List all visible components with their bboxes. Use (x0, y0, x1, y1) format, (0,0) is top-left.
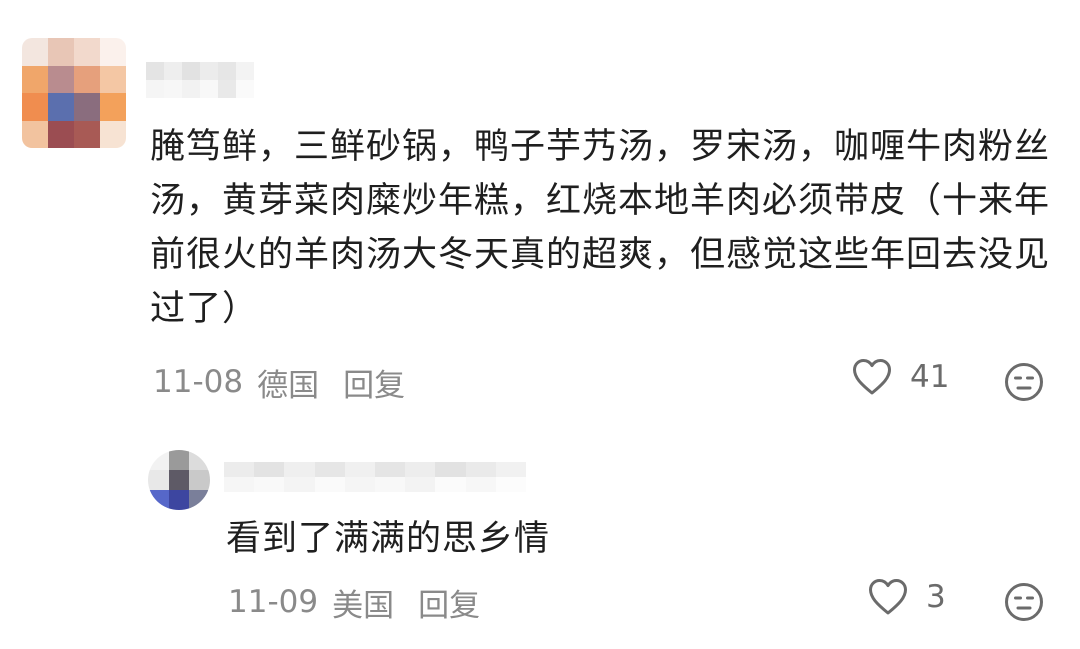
like-count: 41 (910, 359, 950, 395)
heart-outline-icon (852, 358, 892, 396)
heart-outline-icon (868, 578, 908, 616)
like-button[interactable]: 3 (868, 578, 946, 616)
comment-location: 德国 (257, 367, 320, 404)
username-blurred[interactable] (224, 462, 526, 492)
dislike-button[interactable] (1004, 362, 1044, 402)
reply-button[interactable]: 回复 (343, 360, 405, 405)
comment-date: 11-08 (153, 364, 244, 400)
neutral-face-icon (1004, 362, 1044, 402)
reply-button[interactable]: 回复 (418, 580, 480, 625)
dislike-button[interactable] (1004, 582, 1044, 622)
comment-location: 美国 (332, 587, 395, 624)
comment-text: 腌笃鲜，三鲜砂锅，鸭子芋艿汤，罗宋汤，咖喱牛肉粉丝汤，黄芽菜肉糜炒年糕，红烧本地… (150, 127, 1051, 329)
comment-meta: 11-09 美国 回复 (228, 580, 480, 624)
user-avatar[interactable] (22, 38, 126, 148)
like-button[interactable]: 41 (852, 358, 949, 396)
like-count: 3 (926, 579, 946, 615)
user-avatar[interactable] (148, 450, 210, 510)
neutral-face-icon (1004, 582, 1044, 622)
comment-text: 看到了满满的思乡情 (226, 519, 551, 559)
comment-date: 11-09 (228, 584, 319, 620)
username-blurred[interactable] (146, 62, 254, 98)
comment-meta: 11-08 德国 回复 (153, 360, 405, 404)
